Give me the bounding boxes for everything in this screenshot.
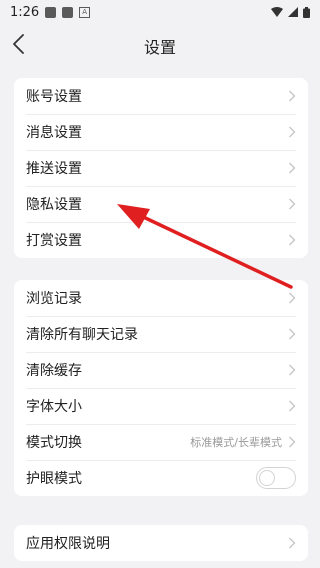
row-label: 模式切换: [26, 435, 82, 451]
chevron-right-icon: [289, 436, 296, 448]
row-app-permissions[interactable]: 应用权限说明: [14, 525, 308, 561]
status-right: [271, 6, 310, 18]
settings-group-general: 浏览记录 清除所有聊天记录 清除缓存 字体大小 模式切换 标准模式/长辈模式 护…: [14, 280, 308, 496]
chevron-right-icon: [289, 364, 296, 376]
row-label: 隐私设置: [26, 197, 82, 213]
chevron-right-icon: [289, 90, 296, 102]
row-privacy-settings[interactable]: 隐私设置: [14, 186, 308, 222]
chevron-right-icon: [289, 234, 296, 246]
row-label: 浏览记录: [26, 291, 82, 307]
row-mode-switch[interactable]: 模式切换 标准模式/长辈模式: [14, 424, 308, 460]
toggle-knob: [259, 469, 275, 486]
chevron-right-icon: [289, 537, 296, 549]
status-left: 1:26 A: [10, 4, 91, 20]
chevron-right-icon: [289, 400, 296, 412]
signal-icon: [288, 7, 298, 17]
row-push-settings[interactable]: 推送设置: [14, 150, 308, 186]
row-clear-chat-history[interactable]: 清除所有聊天记录: [14, 316, 308, 352]
row-label: 打赏设置: [26, 233, 82, 249]
notification-a-icon: A: [79, 6, 91, 18]
row-label: 账号设置: [26, 89, 82, 105]
eye-protection-toggle[interactable]: [256, 467, 296, 489]
row-label: 推送设置: [26, 161, 82, 177]
status-time: 1:26: [10, 4, 40, 20]
row-label: 护眼模式: [26, 471, 82, 487]
page-title: 设置: [143, 38, 176, 57]
chevron-right-icon: [289, 292, 296, 304]
chevron-right-icon: [289, 328, 296, 340]
row-tip-settings[interactable]: 打赏设置: [14, 222, 308, 258]
row-eye-protection: 护眼模式: [14, 460, 308, 496]
notification-icon-2: [62, 6, 74, 18]
row-message-settings[interactable]: 消息设置: [14, 114, 308, 150]
settings-group-permissions: 应用权限说明: [14, 525, 308, 561]
settings-group-account: 账号设置 消息设置 推送设置 隐私设置 打赏设置: [14, 78, 308, 258]
chevron-right-icon: [289, 198, 296, 210]
status-bar: 1:26 A: [0, 0, 320, 24]
row-label: 消息设置: [26, 125, 82, 141]
chevron-right-icon: [289, 126, 296, 138]
row-label: 清除所有聊天记录: [26, 327, 138, 343]
row-label: 清除缓存: [26, 363, 82, 379]
chevron-right-icon: [289, 162, 296, 174]
nav-bar: 设置: [0, 24, 320, 64]
row-font-size[interactable]: 字体大小: [14, 388, 308, 424]
row-browse-history[interactable]: 浏览记录: [14, 280, 308, 316]
row-label: 应用权限说明: [26, 536, 110, 552]
battery-icon: [303, 6, 310, 18]
row-clear-cache[interactable]: 清除缓存: [14, 352, 308, 388]
wifi-icon: [271, 7, 283, 17]
row-label: 字体大小: [26, 399, 82, 415]
notification-icon: [45, 6, 57, 18]
row-account-settings[interactable]: 账号设置: [14, 78, 308, 114]
mode-value: 标准模式/长辈模式: [190, 436, 282, 449]
